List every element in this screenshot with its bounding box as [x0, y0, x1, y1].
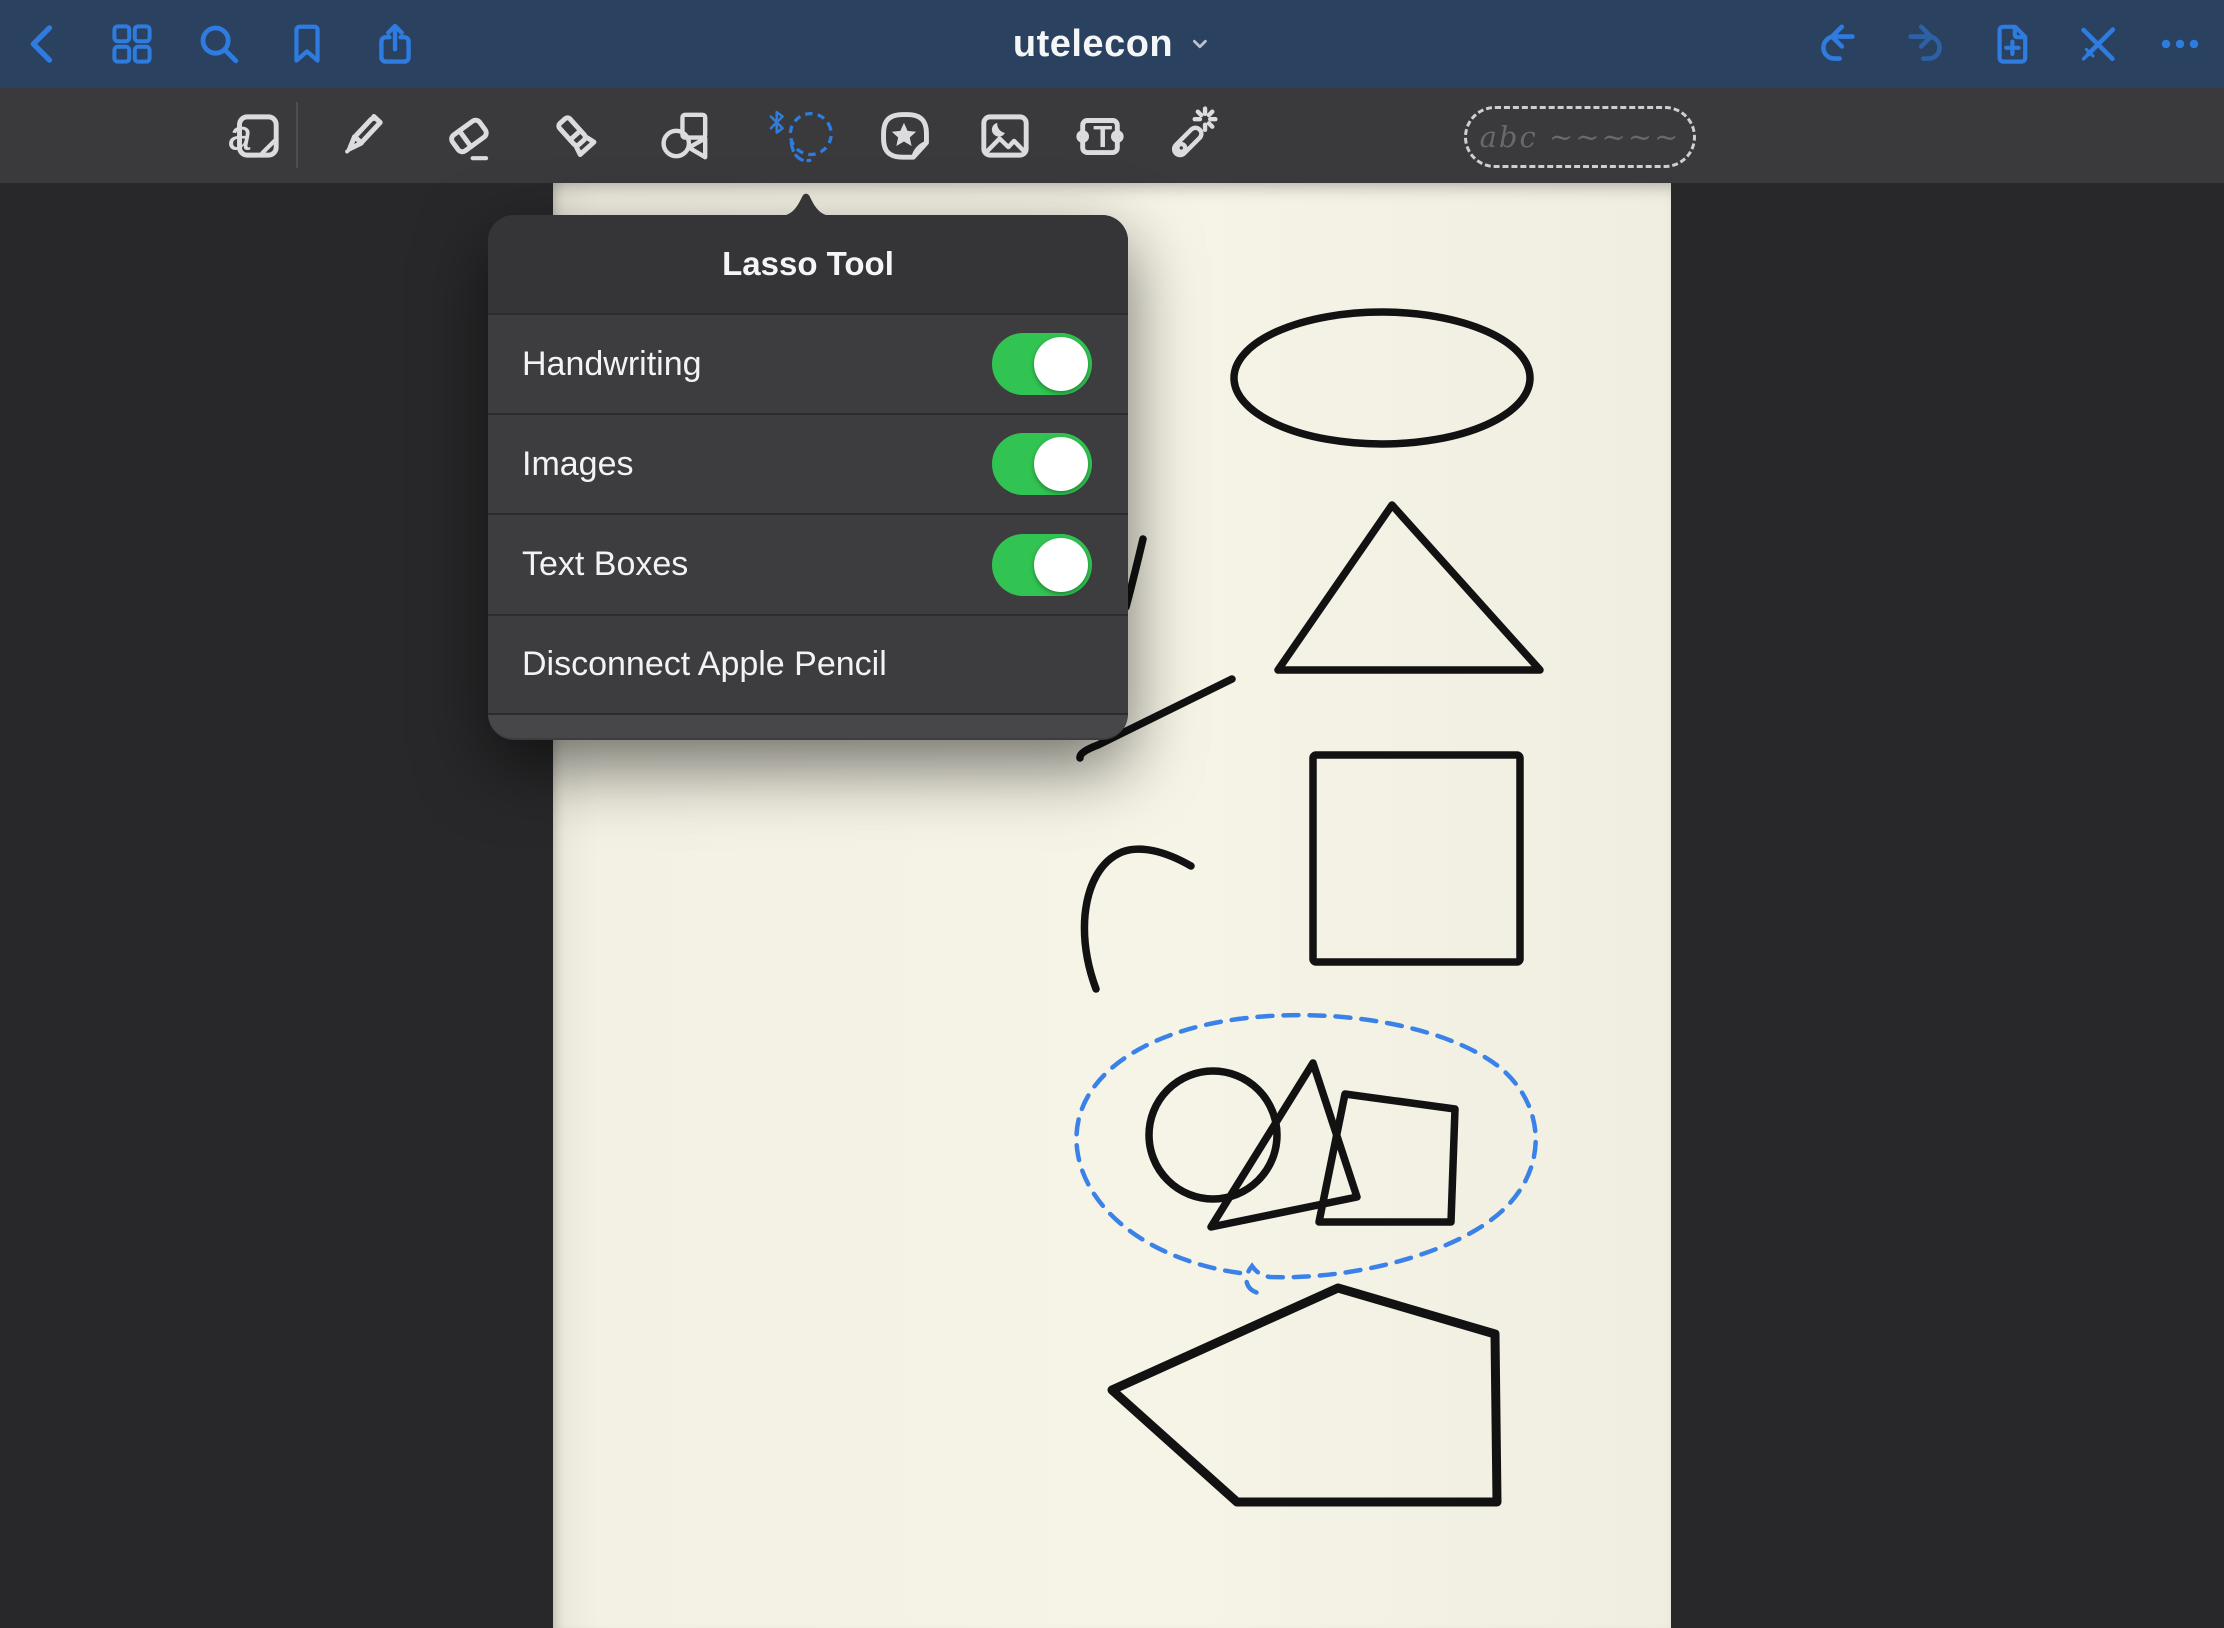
toggle-knob — [1034, 538, 1088, 592]
bookmark-icon — [284, 21, 330, 67]
laser-pointer-tool[interactable] — [1152, 96, 1224, 176]
writing-mode-letter: a — [228, 111, 252, 159]
lasso-selection-loop[interactable] — [1076, 1015, 1535, 1293]
stop-editing-button[interactable] — [2063, 0, 2133, 88]
popup-footer — [488, 713, 1128, 738]
document-title-menu[interactable]: utelecon — [1013, 0, 1211, 88]
lasso-tool[interactable] — [767, 96, 839, 176]
drawn-line-stroke-upper[interactable] — [1126, 539, 1143, 607]
redo-icon — [1901, 20, 1949, 68]
disconnect-apple-pencil-row[interactable]: Disconnect Apple Pencil — [488, 614, 1128, 713]
undo-button[interactable] — [1803, 0, 1873, 88]
image-tool[interactable] — [969, 96, 1041, 176]
handwriting-toggle-row: Handwriting — [488, 313, 1128, 413]
ellipsis-icon — [2156, 20, 2204, 68]
text-box-icon: T — [1069, 105, 1131, 167]
handwriting-toggle[interactable] — [992, 333, 1092, 395]
bookmark-button[interactable] — [272, 0, 342, 88]
bluetooth-icon — [771, 112, 783, 132]
search-button[interactable] — [184, 0, 254, 88]
text-boxes-toggle[interactable] — [992, 534, 1092, 596]
writing-mode-tool[interactable]: a — [219, 96, 291, 176]
add-page-icon — [1988, 20, 2036, 68]
text-box-letter: T — [1093, 119, 1112, 154]
shapes-icon — [653, 105, 715, 167]
images-toggle[interactable] — [992, 433, 1092, 495]
handwriting-selection-preview[interactable]: abc ~~~~~ — [1464, 106, 1696, 168]
text-boxes-label: Text Boxes — [522, 545, 688, 584]
text-box-tool[interactable]: T — [1064, 96, 1136, 176]
drawn-circle[interactable] — [1149, 1071, 1277, 1199]
eraser-tool[interactable] — [432, 96, 504, 176]
search-icon — [195, 20, 243, 68]
share-icon — [371, 20, 419, 68]
writing-mode-icon: a — [224, 105, 286, 167]
more-button[interactable] — [2145, 0, 2215, 88]
lasso-tool-popup: Lasso Tool Handwriting Images Text Boxes… — [488, 215, 1128, 740]
page-grid-button[interactable] — [97, 0, 167, 88]
popup-title: Lasso Tool — [488, 215, 1128, 313]
image-icon — [974, 105, 1036, 167]
share-button[interactable] — [360, 0, 430, 88]
toolbar-divider — [296, 102, 298, 168]
drawn-triangle[interactable] — [1278, 505, 1540, 670]
toggle-knob — [1034, 437, 1088, 491]
eraser-icon — [437, 105, 499, 167]
drawn-ellipse[interactable] — [1234, 312, 1530, 444]
back-chevron-icon — [20, 21, 66, 67]
pen-tool[interactable] — [328, 96, 400, 176]
toggle-knob — [1034, 337, 1088, 391]
undo-icon — [1814, 20, 1862, 68]
chevron-down-icon — [1189, 33, 1211, 55]
redo-button[interactable] — [1890, 0, 1960, 88]
laser-pointer-icon — [1157, 105, 1219, 167]
text-boxes-toggle-row: Text Boxes — [488, 513, 1128, 614]
handwriting-preview-text: abc ~~~~~ — [1480, 120, 1681, 154]
top-navigation-bar: utelecon — [0, 0, 2224, 88]
images-toggle-row: Images — [488, 413, 1128, 513]
pencil-x-icon — [2074, 20, 2122, 68]
tools-toolbar: a — [0, 88, 2224, 183]
stickers-tool[interactable] — [869, 96, 941, 176]
handwriting-label: Handwriting — [522, 345, 702, 384]
popup-arrow — [779, 189, 833, 216]
drawn-square[interactable] — [1313, 755, 1520, 962]
page-title: utelecon — [1013, 23, 1173, 66]
lasso-icon — [767, 99, 839, 173]
star-icon — [892, 123, 916, 146]
drawn-curve-stroke[interactable] — [1084, 849, 1191, 989]
shapes-tool[interactable] — [648, 96, 720, 176]
page-grid-icon — [108, 20, 156, 68]
highlighter-tool[interactable] — [540, 96, 612, 176]
moon-icon — [992, 123, 1005, 137]
disconnect-apple-pencil-label: Disconnect Apple Pencil — [522, 645, 887, 684]
stickers-icon — [874, 105, 936, 167]
drawn-pentagon[interactable] — [1112, 1288, 1497, 1502]
images-label: Images — [522, 445, 634, 484]
back-button[interactable] — [8, 0, 78, 88]
app-screen: utelecon — [0, 0, 2224, 1628]
pen-icon — [333, 105, 395, 167]
add-page-button[interactable] — [1977, 0, 2047, 88]
highlighter-icon — [545, 105, 607, 167]
